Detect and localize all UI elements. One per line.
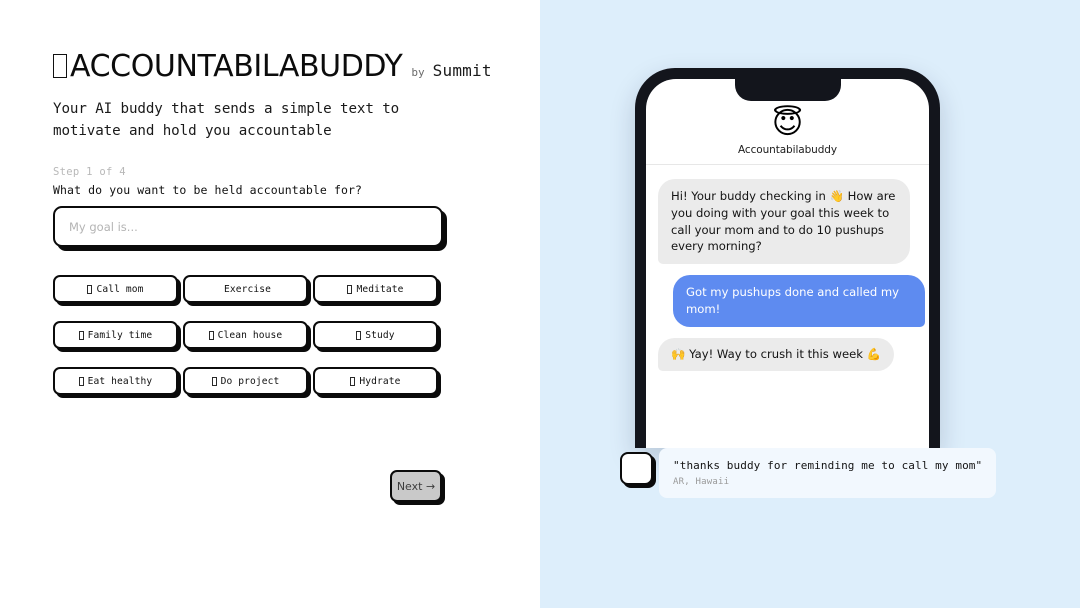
message-bubble-incoming: 🙌 Yay! Way to crush it this week 💪	[658, 337, 895, 371]
family-time-emoji-icon	[78, 330, 84, 340]
phone-notch	[734, 79, 841, 101]
phone-mockup: 😇 Accountabilabuddy Hi! Your buddy check…	[635, 68, 940, 448]
chip-exercise[interactable]: Exercise	[183, 275, 308, 303]
app-root: ACCOUNTABILABUDDY by Summit Your AI budd…	[0, 0, 1080, 608]
testimonial: "thanks buddy for reminding me to call m…	[620, 448, 997, 498]
message-bubble-incoming: Hi! Your buddy checking in 👋 How are you…	[658, 179, 910, 265]
chip-label: Call mom	[96, 283, 144, 295]
chip-label: Family time	[87, 329, 153, 341]
chip-meditate[interactable]: Meditate	[313, 275, 438, 303]
chip-do-project[interactable]: Do project	[183, 367, 308, 395]
goal-input-wrapper	[53, 206, 443, 247]
buddy-avatar: 😇	[771, 106, 804, 141]
message-bubble-outgoing: Got my pushups done and called my mom!	[673, 275, 925, 327]
next-button[interactable]: Next →	[390, 470, 442, 502]
chip-eat-healthy[interactable]: Eat healthy	[53, 367, 178, 395]
phone-screen: 😇 Accountabilabuddy Hi! Your buddy check…	[646, 79, 929, 448]
chip-label: Clean house	[217, 329, 283, 341]
chip-hydrate[interactable]: Hydrate	[313, 367, 438, 395]
brand-header: ACCOUNTABILABUDDY by Summit	[53, 49, 491, 84]
call-mom-emoji-icon	[87, 284, 93, 294]
chip-call-mom[interactable]: Call mom	[53, 275, 178, 303]
meditate-emoji-icon	[347, 284, 353, 294]
onboarding-form: ACCOUNTABILABUDDY by Summit Your AI budd…	[53, 49, 491, 395]
chip-study[interactable]: Study	[313, 321, 438, 349]
chip-label: Exercise	[223, 283, 271, 295]
brand-by-label: by	[411, 66, 425, 79]
goal-question: What do you want to be held accountable …	[53, 183, 363, 197]
right-panel: 😇 Accountabilabuddy Hi! Your buddy check…	[540, 0, 1080, 608]
chip-label: Meditate	[356, 283, 404, 295]
page-title: ACCOUNTABILABUDDY	[70, 49, 403, 84]
chip-label: Hydrate	[359, 375, 401, 387]
testimonial-card: "thanks buddy for reminding me to call m…	[659, 448, 997, 498]
clean-house-emoji-icon	[208, 330, 214, 340]
goal-input[interactable]	[53, 206, 443, 247]
tagline: Your AI buddy that sends a simple text t…	[53, 101, 400, 139]
testimonial-author: AR, Hawaii	[673, 477, 730, 487]
eat-healthy-emoji-icon	[78, 376, 84, 386]
chip-clean-house[interactable]: Clean house	[183, 321, 308, 349]
chip-family-time[interactable]: Family time	[53, 321, 178, 349]
chip-label: Eat healthy	[87, 375, 153, 387]
left-panel: ACCOUNTABILABUDDY by Summit Your AI budd…	[0, 0, 540, 608]
hydrate-emoji-icon	[350, 376, 356, 386]
brand-maker: Summit	[432, 61, 492, 80]
chat-thread: Hi! Your buddy checking in 👋 How are you…	[646, 165, 929, 371]
goal-suggestion-grid: Call mom Exercise Meditate Family time C…	[53, 275, 443, 395]
testimonial-quote: "thanks buddy for reminding me to call m…	[673, 459, 983, 472]
study-emoji-icon	[356, 330, 362, 340]
step-indicator: Step 1 of 4	[53, 166, 126, 178]
do-project-emoji-icon	[211, 376, 217, 386]
brand-emoji-icon	[53, 54, 67, 78]
chip-label: Do project	[220, 375, 280, 387]
chip-label: Study	[365, 329, 395, 341]
testimonial-avatar	[620, 452, 653, 485]
chat-contact-name: Accountabilabuddy	[738, 144, 837, 156]
